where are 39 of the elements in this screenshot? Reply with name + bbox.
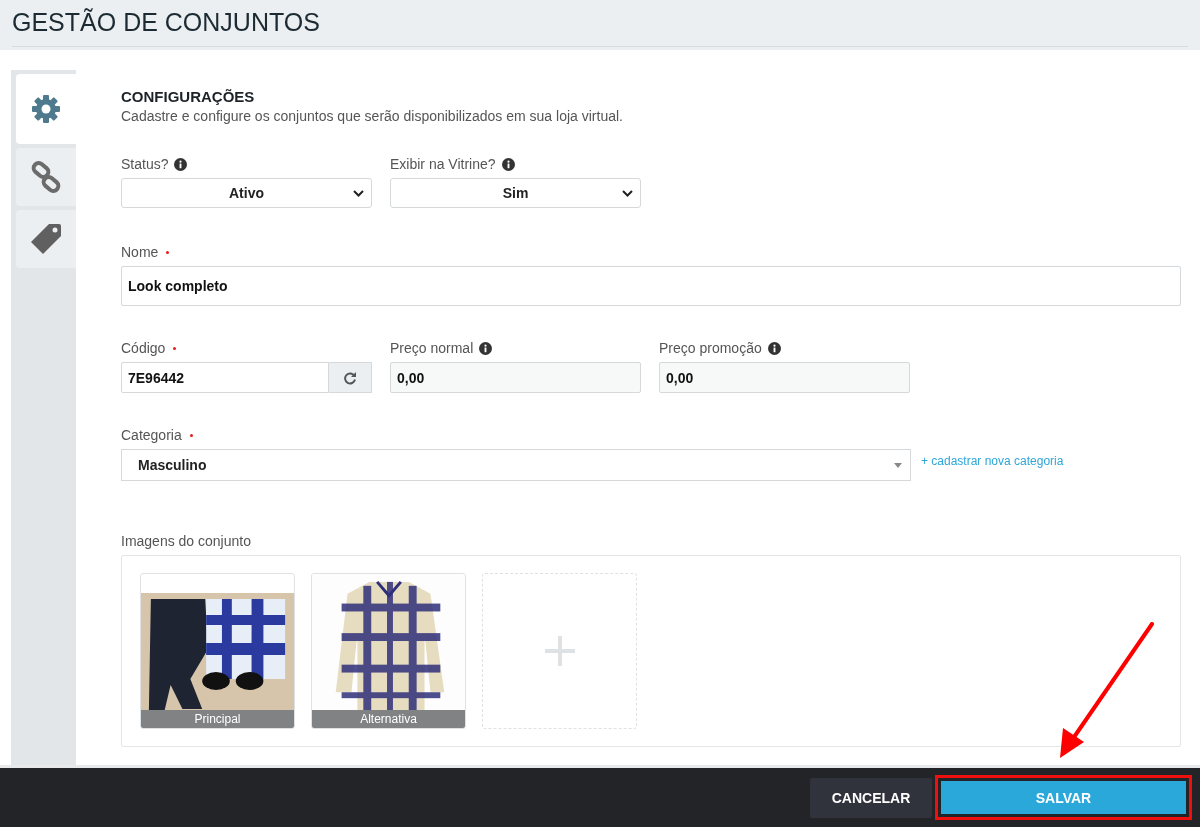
field-label: Preço normal [390,340,474,356]
promo-price-field[interactable]: 0,00 [659,362,910,393]
info-icon [479,341,493,355]
field-label: Preço promoção [659,340,762,356]
info-icon [174,157,188,171]
sidebar-tab[interactable] [16,210,76,268]
chevron-down-icon [353,190,364,197]
info-icon [501,157,515,171]
plus-icon [544,636,575,666]
cancel-button[interactable]: CANCELAR [810,777,932,818]
image-thumbnail[interactable]: Alternativa [311,573,466,729]
section-title: CONFIGURAÇÕES [121,88,256,105]
field-label: Status? [121,156,169,172]
chain-link-icon [30,161,62,193]
status-select[interactable]: Ativo [121,178,372,208]
name-field[interactable]: Look completo [121,266,1181,306]
image-caption: Principal [141,710,294,728]
page-title: GESTÃO DE CONJUNTOS [12,6,1188,47]
price-tag-icon [29,222,63,256]
category-select[interactable]: Masculino [121,449,911,481]
field-label: Categoria [121,427,182,443]
settings-icon [31,94,61,124]
field-label: Exibir na Vitrine? [390,156,496,172]
image-caption: Alternativa [312,710,465,728]
field-label: Nome [121,244,159,260]
sidebar-tab[interactable] [16,148,76,206]
code-field[interactable]: 7E96442 [121,362,329,393]
dropdown-triangle-icon [894,463,902,468]
normal-price-field[interactable]: 0,00 [390,362,641,393]
refresh-button[interactable] [329,362,372,393]
chevron-down-icon [622,190,633,197]
sidebar-tab[interactable] [16,74,76,144]
info-icon [767,341,781,355]
showcase-select[interactable]: Sim [390,178,641,208]
image-thumbnail[interactable]: Principal [140,573,295,729]
field-label: Código [121,340,166,356]
refresh-icon [343,370,357,385]
section-description: Cadastre e configure os conjuntos que serão disponibilizados em sua loja virtual. [121,108,624,124]
field-label: Imagens do conjunto [121,533,251,549]
